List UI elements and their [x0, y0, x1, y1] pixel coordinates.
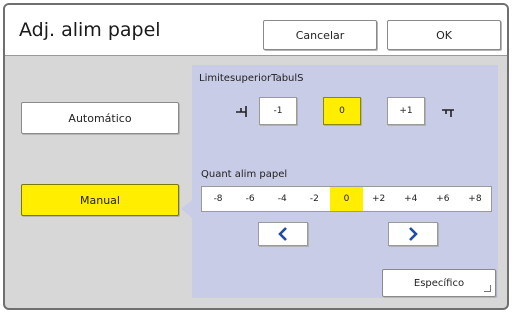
- scale-cell[interactable]: -6: [234, 187, 266, 211]
- top-limit-minus1-button[interactable]: -1: [259, 97, 297, 125]
- scale-cell-selected[interactable]: 0: [330, 187, 363, 211]
- automatic-button[interactable]: Automático: [21, 102, 179, 134]
- edge-right-icon: [442, 109, 454, 117]
- scale-cell[interactable]: +8: [459, 187, 491, 211]
- dialog-title: Adj. alim papel: [19, 19, 161, 41]
- top-limit-plus1-button[interactable]: +1: [387, 97, 425, 125]
- scale-cell[interactable]: -2: [298, 187, 330, 211]
- feed-amount-scale: -8 -6 -4 -2 0 +2 +4 +6 +8: [201, 186, 492, 212]
- scale-cell[interactable]: +4: [395, 187, 427, 211]
- top-limit-label: LimitesuperiorTabulS: [199, 73, 304, 84]
- ok-button[interactable]: OK: [387, 20, 501, 50]
- increase-button[interactable]: [388, 222, 438, 246]
- scale-cell[interactable]: +2: [363, 187, 395, 211]
- chevron-right-icon: [409, 227, 418, 241]
- title-bar: Adj. alim papel Cancelar OK: [5, 5, 507, 56]
- chevron-left-icon: [278, 227, 287, 241]
- selection-pointer: [181, 200, 192, 218]
- dialog-window: Adj. alim papel Cancelar OK Automático M…: [3, 3, 509, 310]
- edge-left-icon: [236, 106, 247, 117]
- manual-settings-panel: LimitesuperiorTabulS -1 0 +1 Quant alim …: [192, 65, 498, 298]
- corner-mark-icon: [484, 285, 491, 292]
- top-limit-zero-button[interactable]: 0: [323, 97, 361, 125]
- decrease-button[interactable]: [258, 222, 308, 246]
- feed-amount-label: Quant alim papel: [201, 169, 288, 180]
- cancel-button[interactable]: Cancelar: [263, 20, 377, 50]
- scale-cell[interactable]: +6: [427, 187, 459, 211]
- specific-label: Específico: [413, 277, 465, 289]
- scale-cell[interactable]: -8: [202, 187, 234, 211]
- scale-cell[interactable]: -4: [266, 187, 298, 211]
- specific-button[interactable]: Específico: [382, 269, 496, 297]
- manual-button[interactable]: Manual: [21, 184, 179, 216]
